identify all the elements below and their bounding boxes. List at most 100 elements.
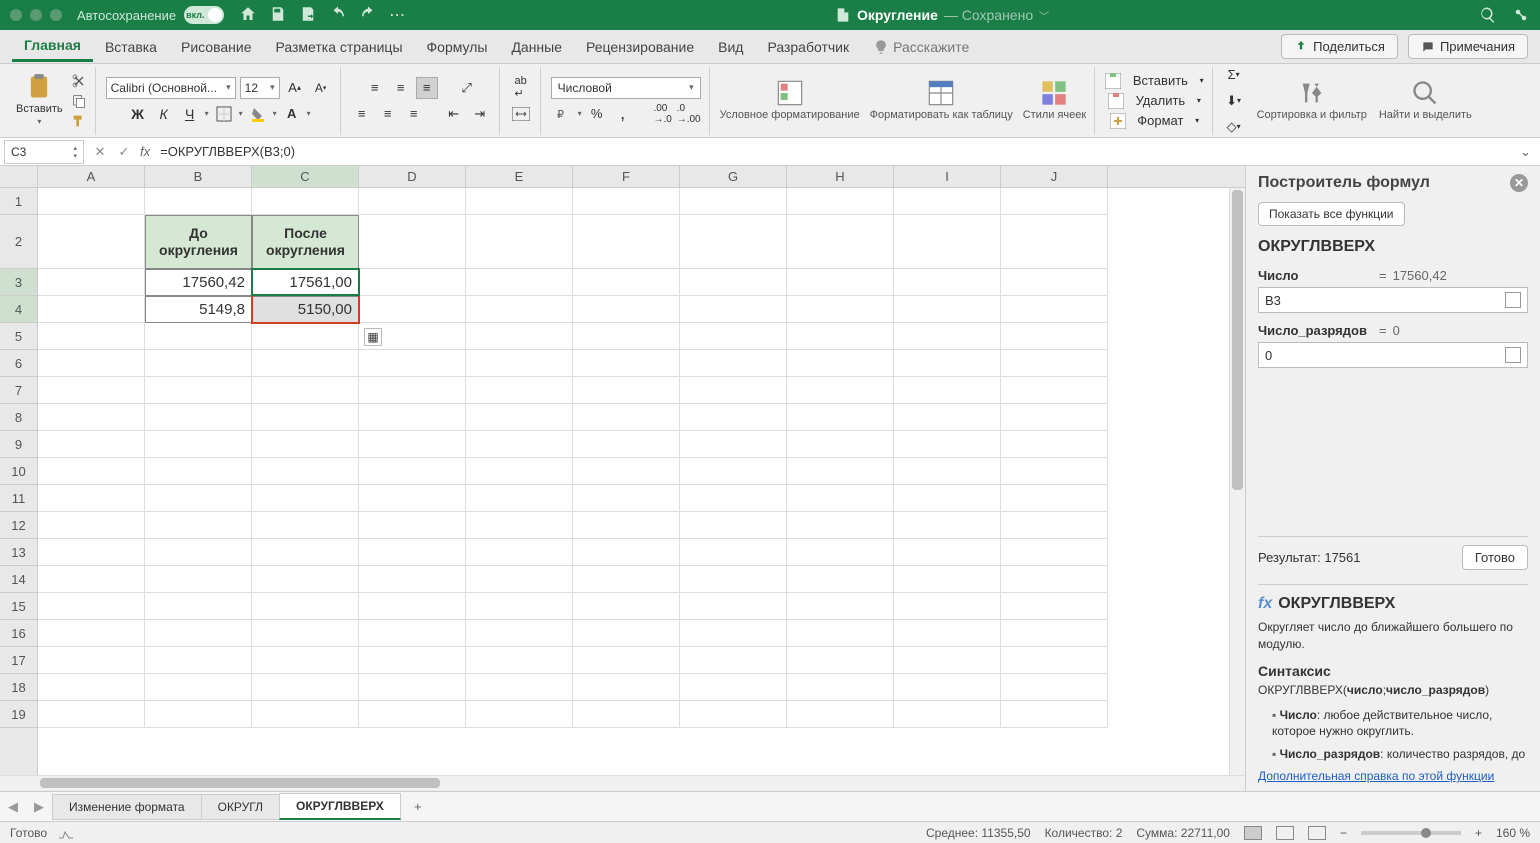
next-sheet-icon[interactable]: ▶ xyxy=(28,796,50,818)
row-header-12[interactable]: 12 xyxy=(0,512,37,539)
zoom-value[interactable]: 160 % xyxy=(1496,826,1530,840)
tab-data[interactable]: Данные xyxy=(499,33,574,61)
sort-filter-button[interactable]: Сортировка и фильтр xyxy=(1257,79,1367,122)
redo-icon[interactable] xyxy=(359,5,377,23)
copy-icon[interactable] xyxy=(71,93,87,109)
row-header-16[interactable]: 16 xyxy=(0,620,37,647)
tab-developer[interactable]: Разработчик xyxy=(755,33,861,61)
italic-button[interactable]: К xyxy=(153,103,175,125)
zoom-out-icon[interactable]: − xyxy=(1340,826,1347,840)
home-icon[interactable] xyxy=(239,5,257,23)
view-page-layout-icon[interactable] xyxy=(1276,826,1294,840)
currency-icon[interactable]: ₽ xyxy=(552,103,574,125)
col-header-g[interactable]: G xyxy=(680,166,787,187)
row-header-11[interactable]: 11 xyxy=(0,485,37,512)
row-header-5[interactable]: 5 xyxy=(0,323,37,350)
cell-area[interactable]: До округленияПосле округления 17560,4217… xyxy=(38,188,1229,775)
cut-icon[interactable] xyxy=(71,73,87,89)
show-all-functions-button[interactable]: Показать все функции xyxy=(1258,202,1405,226)
col-header-e[interactable]: E xyxy=(466,166,573,187)
row-header-15[interactable]: 15 xyxy=(0,593,37,620)
sheet-tab-1[interactable]: ОКРУГЛ xyxy=(201,794,280,820)
col-header-f[interactable]: F xyxy=(573,166,680,187)
fx-label[interactable]: fx xyxy=(136,144,154,159)
align-top-icon[interactable]: ≡ xyxy=(364,77,386,99)
autosum-icon[interactable]: Σ ▾ xyxy=(1223,64,1245,86)
row-header-4[interactable]: 4 xyxy=(0,296,37,323)
cell-b2[interactable]: До округления xyxy=(145,215,252,269)
underline-button[interactable]: Ч xyxy=(179,103,201,125)
expand-formula-bar-icon[interactable]: ⌄ xyxy=(1520,144,1540,160)
tab-insert[interactable]: Вставка xyxy=(93,33,169,61)
format-cells-button[interactable]: Формат ▾ xyxy=(1110,113,1199,129)
sheet-tab-0[interactable]: Изменение формата xyxy=(52,794,202,820)
format-as-table-button[interactable]: Форматировать как таблицу xyxy=(870,79,1013,122)
arg2-input[interactable]: 0 xyxy=(1258,342,1528,368)
font-name-select[interactable]: Calibri (Основной...▾ xyxy=(106,77,236,99)
col-header-b[interactable]: B xyxy=(145,166,252,187)
row-header-7[interactable]: 7 xyxy=(0,377,37,404)
help-link[interactable]: Дополнительная справка по этой функции xyxy=(1258,769,1528,783)
insert-cells-button[interactable]: Вставить ▾ xyxy=(1105,73,1203,89)
col-header-h[interactable]: H xyxy=(787,166,894,187)
row-header-19[interactable]: 19 xyxy=(0,701,37,728)
sheet-tab-2[interactable]: ОКРУГЛВВЕРХ xyxy=(279,793,401,820)
arg1-input[interactable]: B3 xyxy=(1258,287,1528,313)
cell-b3[interactable]: 17560,42 xyxy=(145,269,252,296)
merge-cells-icon[interactable] xyxy=(510,103,532,125)
accept-formula-icon[interactable]: ✓ xyxy=(112,140,136,164)
percent-icon[interactable]: % xyxy=(586,103,608,125)
decrease-indent-icon[interactable]: ⇤ xyxy=(443,103,465,125)
increase-indent-icon[interactable]: ⇥ xyxy=(469,103,491,125)
horizontal-scrollbar[interactable] xyxy=(0,775,1245,791)
tab-view[interactable]: Вид xyxy=(706,33,755,61)
font-size-select[interactable]: 12▾ xyxy=(240,77,280,99)
row-header-2[interactable]: 2 xyxy=(0,215,37,269)
align-right-icon[interactable]: ≡ xyxy=(403,103,425,125)
add-sheet-icon[interactable]: + xyxy=(406,795,430,819)
close-pane-icon[interactable]: ✕ xyxy=(1510,174,1528,192)
col-header-j[interactable]: J xyxy=(1001,166,1108,187)
tab-page-layout[interactable]: Разметка страницы xyxy=(264,33,415,61)
increase-decimal-icon[interactable]: .00→.0 xyxy=(652,103,674,125)
row-header-8[interactable]: 8 xyxy=(0,404,37,431)
orientation-icon[interactable]: ⤢ xyxy=(456,77,478,99)
bold-button[interactable]: Ж xyxy=(127,103,149,125)
zoom-slider[interactable] xyxy=(1361,831,1461,835)
number-format-select[interactable]: Числовой▾ xyxy=(551,77,701,99)
col-header-c[interactable]: C xyxy=(252,166,359,187)
tab-draw[interactable]: Рисование xyxy=(169,33,264,61)
comma-icon[interactable]: , xyxy=(612,103,634,125)
align-center-icon[interactable]: ≡ xyxy=(377,103,399,125)
format-painter-icon[interactable] xyxy=(71,113,87,129)
tell-me[interactable]: Расскажите xyxy=(861,33,981,61)
fill-color-button[interactable] xyxy=(247,103,269,125)
fill-icon[interactable]: ⬇ ▾ xyxy=(1223,90,1245,112)
decrease-font-icon[interactable]: A▾ xyxy=(310,77,332,99)
col-header-a[interactable]: A xyxy=(38,166,145,187)
range-picker-icon-2[interactable] xyxy=(1505,347,1521,363)
paste-button[interactable]: Вставить ▾ xyxy=(16,73,63,126)
range-picker-icon[interactable] xyxy=(1505,292,1521,308)
prev-sheet-icon[interactable]: ◀ xyxy=(2,796,24,818)
cell-b4[interactable]: 5149,8 xyxy=(145,296,252,323)
share-button[interactable]: Поделиться xyxy=(1281,34,1398,59)
save-icon[interactable] xyxy=(269,5,287,23)
delete-cells-button[interactable]: Удалить ▾ xyxy=(1108,93,1201,109)
hscroll-thumb[interactable] xyxy=(40,778,440,788)
zoom-in-icon[interactable]: + xyxy=(1475,826,1482,840)
view-normal-icon[interactable] xyxy=(1244,826,1262,840)
clear-icon[interactable]: ◇ ▾ xyxy=(1223,116,1245,138)
undo-icon[interactable] xyxy=(329,5,347,23)
collaboration-icon[interactable] xyxy=(1512,6,1530,24)
increase-font-icon[interactable]: A▴ xyxy=(284,77,306,99)
autofill-options-icon[interactable]: ▦ xyxy=(364,328,382,346)
font-color-button[interactable]: A xyxy=(281,103,303,125)
row-header-17[interactable]: 17 xyxy=(0,647,37,674)
tab-review[interactable]: Рецензирование xyxy=(574,33,706,61)
cell-styles-button[interactable]: Стили ячеек xyxy=(1023,79,1086,122)
more-icon[interactable]: ⋯ xyxy=(389,5,405,25)
row-header-3[interactable]: 3 xyxy=(0,269,37,296)
accessibility-icon[interactable] xyxy=(57,826,77,840)
decrease-decimal-icon[interactable]: .0→.00 xyxy=(678,103,700,125)
